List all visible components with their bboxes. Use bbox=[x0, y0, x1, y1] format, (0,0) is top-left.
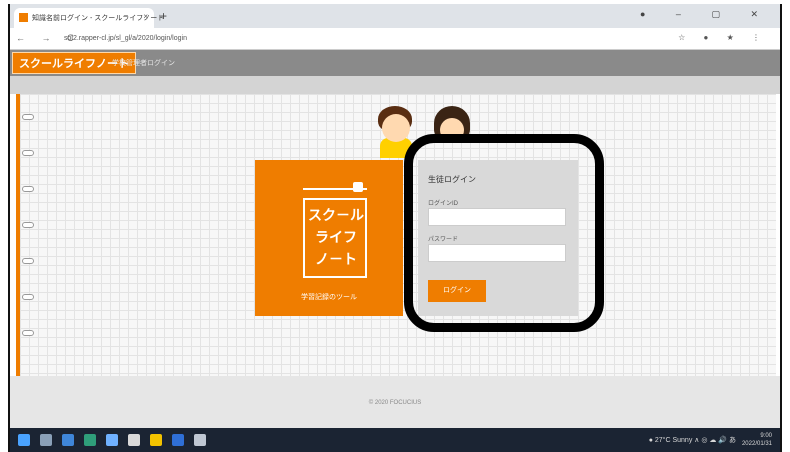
copyright-text: © 2020 FOCUCIUS bbox=[368, 400, 422, 406]
page-footer: © 2020 FOCUCIUS bbox=[10, 376, 780, 428]
system-tray[interactable]: ● 27°C Sunny ∧ ◎ ☁ 🔊 あ bbox=[649, 435, 736, 445]
url-input[interactable]: sol2.rapper-cl.jp/sl_gl/a/2020/login/log… bbox=[64, 32, 564, 46]
tab-close-icon[interactable]: × bbox=[143, 12, 148, 21]
word-icon[interactable] bbox=[172, 434, 184, 446]
ring-icon bbox=[22, 186, 34, 192]
ring-icon bbox=[22, 330, 34, 336]
favicon-icon bbox=[19, 13, 28, 22]
clock[interactable]: 9:00 2022/01/31 bbox=[742, 432, 772, 448]
logo-card: スク－ル ライフ ノ－ト 学習記録のツール bbox=[255, 160, 403, 316]
notebook-clip-icon bbox=[353, 182, 363, 192]
ring-icon bbox=[22, 114, 34, 120]
ring-icon bbox=[22, 294, 34, 300]
ring-icon bbox=[22, 258, 34, 264]
clock-time: 9:00 bbox=[760, 433, 772, 439]
password-input[interactable] bbox=[428, 244, 566, 262]
search-icon[interactable] bbox=[40, 434, 52, 446]
browser-tabbar: 知識名前ログイン - スクールライフノート × + ● – ▢ ✕ bbox=[10, 4, 780, 28]
password-label: パスワード bbox=[428, 237, 459, 243]
boy-face bbox=[382, 114, 410, 142]
login-form: 生徒ログイン ログインID パスワード ログイン bbox=[418, 160, 578, 316]
logo-text: スク－ル ライフ ノ－ト bbox=[308, 207, 364, 267]
clock-date: 2022/01/31 bbox=[741, 441, 772, 447]
sub-header bbox=[10, 76, 780, 94]
app-icon[interactable] bbox=[194, 434, 206, 446]
login-id-label: ログインID bbox=[428, 201, 459, 207]
browser-tab[interactable]: 知識名前ログイン - スクールライフノート × bbox=[14, 8, 164, 28]
os-taskbar: ● 27°C Sunny ∧ ◎ ☁ 🔊 あ 9:00 2022/01/31 bbox=[10, 428, 780, 452]
screen: 知識名前ログイン - スクールライフノート × + ● – ▢ ✕ ← → C … bbox=[8, 4, 782, 452]
taskview-icon[interactable] bbox=[62, 434, 74, 446]
girl-face bbox=[440, 118, 464, 142]
start-icon[interactable] bbox=[18, 434, 30, 446]
ring-icon bbox=[22, 150, 34, 156]
address-bar: ← → C sol2.rapper-cl.jp/sl_gl/a/2020/log… bbox=[10, 28, 780, 50]
login-title: 生徒ログイン bbox=[428, 175, 476, 184]
notebook-board: スク－ル ライフ ノ－ト 学習記録のツール 生徒ログイン ログインID パスワー… bbox=[16, 94, 776, 376]
login-id-input[interactable] bbox=[428, 208, 566, 226]
explorer-icon[interactable] bbox=[128, 434, 140, 446]
logo-caption: 学習記録のツール bbox=[301, 294, 357, 301]
app-header: スクールライフノート 学校管理者ログイン bbox=[10, 50, 780, 76]
login-button[interactable]: ログイン bbox=[428, 280, 486, 302]
binder-rings bbox=[20, 94, 44, 376]
edge-icon[interactable] bbox=[106, 434, 118, 446]
admin-login-link[interactable]: 学校管理者ログイン bbox=[112, 58, 175, 68]
window-controls[interactable]: ● – ▢ ✕ bbox=[640, 9, 772, 20]
store-icon[interactable] bbox=[84, 434, 96, 446]
folder-icon[interactable] bbox=[150, 434, 162, 446]
new-tab-button[interactable]: + bbox=[160, 9, 167, 23]
extension-icons[interactable]: ☆ ● ★ ⋮ bbox=[678, 33, 768, 42]
ring-icon bbox=[22, 222, 34, 228]
